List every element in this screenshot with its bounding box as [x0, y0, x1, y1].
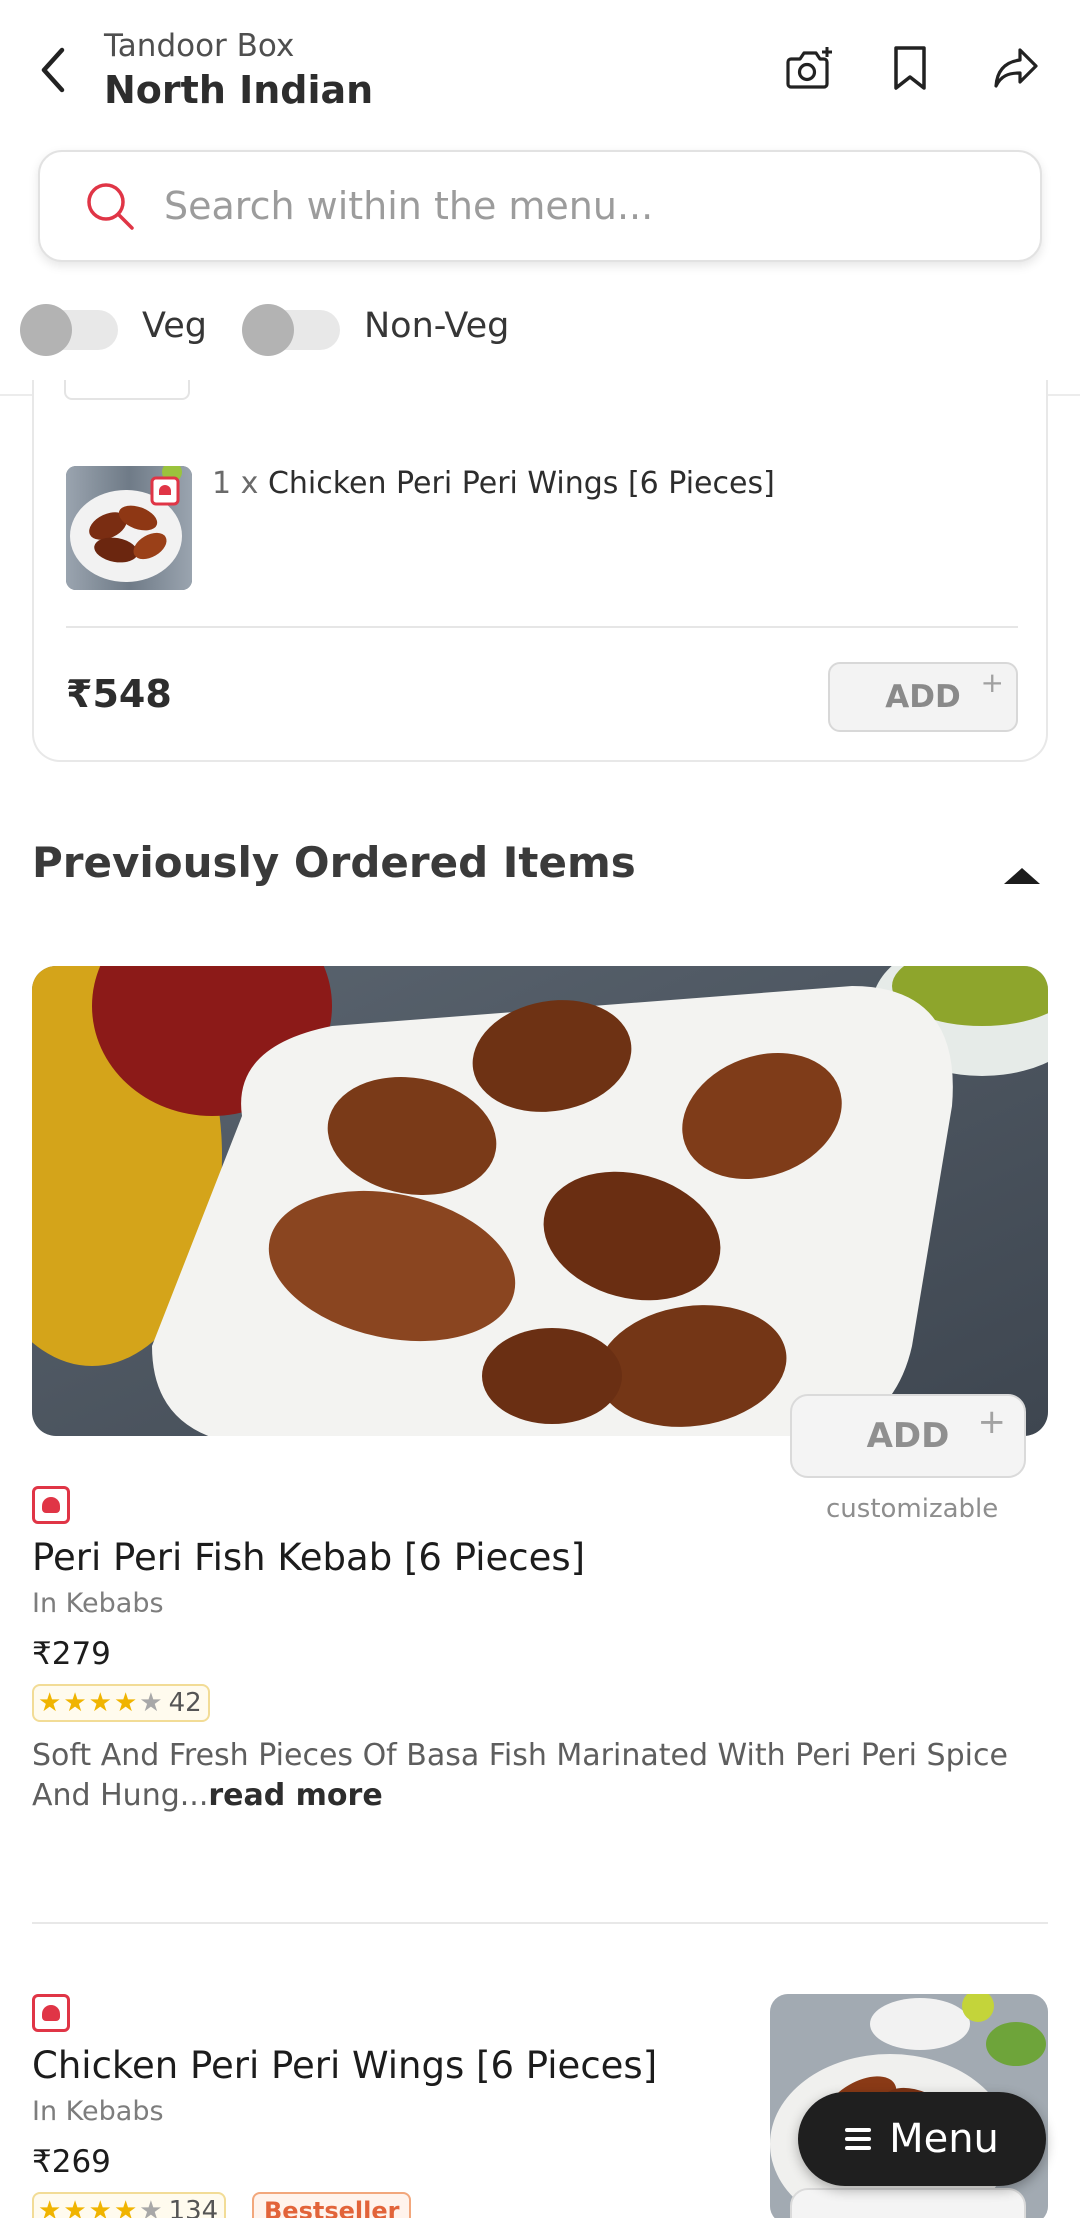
item-description: Soft And Fresh Pieces Of Basa Fish Marin… — [32, 1736, 1032, 1816]
menu-fab-button[interactable]: Menu — [798, 2092, 1046, 2186]
star-icon: ★ — [38, 1688, 62, 1718]
chicken-wings-thumbnail — [66, 466, 192, 590]
back-button[interactable] — [28, 42, 78, 98]
veg-label: Veg — [142, 306, 207, 346]
combo-price: ₹548 — [66, 672, 172, 716]
menu-search-bar[interactable] — [38, 150, 1042, 262]
combo-item-name: Chicken Peri Peri Wings [6 Pieces] — [267, 466, 775, 501]
rating-count: 42 — [168, 1688, 202, 1718]
cuisine-title: North Indian — [104, 68, 374, 112]
item-price: ₹269 — [32, 2144, 111, 2180]
menu-fab-label: Menu — [889, 2116, 999, 2162]
chicken-wings-add-button[interactable] — [790, 2188, 1026, 2218]
plus-icon: + — [980, 666, 1004, 699]
search-input[interactable] — [164, 184, 984, 228]
item-category: In Kebabs — [32, 1588, 164, 1619]
item-price: ₹279 — [32, 1636, 111, 1672]
section-title: Previously Ordered Items — [32, 838, 636, 887]
fish-kebab-image[interactable] — [32, 966, 1048, 1436]
toggle-knob — [20, 304, 72, 356]
rating-badge: ★ ★ ★ ★ ★ 134 — [32, 2192, 227, 2218]
description-text: Soft And Fresh Pieces Of Basa Fish Marin… — [32, 1738, 1008, 1813]
star-icon: ★ — [63, 2196, 87, 2218]
toggle-knob — [242, 304, 294, 356]
add-label: ADD — [885, 679, 961, 715]
combo-add-button[interactable]: ADD + — [828, 662, 1018, 732]
restaurant-name: Tandoor Box — [104, 28, 295, 64]
bookmark-button[interactable] — [878, 36, 942, 100]
chevron-left-icon — [41, 47, 65, 93]
bestseller-badge: Bestseller — [252, 2192, 412, 2218]
star-icon: ★ — [88, 1688, 112, 1718]
star-icon: ★ — [38, 2196, 62, 2218]
bookmark-icon — [894, 46, 926, 90]
customizable-note: customizable — [826, 1494, 999, 1524]
star-icon: ★ — [88, 2196, 112, 2218]
item-name[interactable]: Chicken Peri Peri Wings [6 Pieces] — [32, 2044, 657, 2087]
top-header: Tandoor Box North Indian — [0, 0, 1080, 140]
fish-kebab-add-button[interactable]: ADD + — [790, 1394, 1026, 1478]
item-name[interactable]: Peri Peri Fish Kebab [6 Pieces] — [32, 1536, 585, 1579]
item-category: In Kebabs — [32, 2096, 164, 2127]
camera-add-button[interactable] — [778, 36, 842, 100]
divider — [32, 1922, 1048, 1924]
nonveg-icon — [32, 1994, 70, 2032]
share-button[interactable] — [984, 36, 1048, 100]
half-star-icon: ★ — [139, 2196, 163, 2218]
rating-badge: ★ ★ ★ ★ ★ 42 — [32, 1684, 210, 1722]
read-more-link[interactable]: read more — [208, 1778, 382, 1813]
veg-toggle[interactable] — [20, 304, 118, 356]
caret-up-icon[interactable] — [1000, 862, 1044, 890]
nonveg-icon — [32, 1486, 70, 1524]
hamburger-icon — [845, 2123, 872, 2155]
star-icon: ★ — [63, 1688, 87, 1718]
nonveg-label: Non-Veg — [364, 306, 510, 346]
rating-count: 134 — [168, 2196, 219, 2218]
search-icon — [80, 176, 140, 236]
half-star-icon: ★ — [139, 1688, 163, 1718]
add-label: ADD — [866, 1416, 950, 1456]
combo-previous-thumbnail — [64, 380, 190, 400]
share-icon — [994, 48, 1038, 88]
plus-icon: + — [977, 1402, 1007, 1442]
camera-add-icon — [786, 47, 832, 89]
star-icon: ★ — [113, 2196, 138, 2218]
divider — [66, 626, 1018, 628]
nonveg-toggle[interactable] — [242, 304, 340, 356]
combo-item-qty: 1 x — [212, 466, 259, 501]
combo-card: 1 x Chicken Peri Peri Wings [6 Pieces] ₹… — [32, 380, 1048, 762]
combo-item: 1 x Chicken Peri Peri Wings [6 Pieces] — [212, 466, 775, 501]
star-icon: ★ — [113, 1688, 138, 1718]
title-block: Tandoor Box North Indian — [104, 26, 373, 114]
